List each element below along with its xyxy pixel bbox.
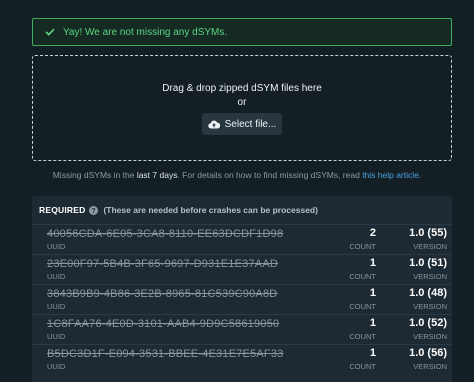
dsym-dropzone[interactable]: Drag & drop zipped dSYM files here or Se… — [32, 55, 452, 161]
uuid-value: B5DC3D1F-E094-3531-BBEE-4E31E7E5AF33 — [47, 348, 284, 360]
dsym-row[interactable]: 40056CDA-6E05-3CA8-8110-EE63DCDF1D98 UUI… — [32, 224, 452, 254]
required-note: (These are needed before crashes can be … — [103, 205, 318, 215]
count-label: COUNT — [349, 362, 376, 371]
required-header: REQUIRED ? (These are needed before cras… — [32, 196, 452, 224]
uuid-value: 3843B9B9-4B86-3E2B-8965-81C539C90A8D — [47, 288, 278, 300]
count-label: COUNT — [349, 242, 376, 251]
count-label: COUNT — [349, 272, 376, 281]
select-file-button[interactable]: Select file... — [202, 113, 282, 135]
version-value: 1.0 (48) — [409, 287, 447, 299]
success-message: Yay! We are not missing any dSYMs. — [63, 26, 228, 38]
dropzone-or-text: or — [237, 97, 247, 108]
uuid-value: 40056CDA-6E05-3CA8-8110-EE63DCDF1D98 — [47, 228, 284, 240]
success-banner: Yay! We are not missing any dSYMs. — [32, 18, 452, 46]
version-value: 1.0 (55) — [409, 227, 447, 239]
version-value: 1.0 (56) — [409, 347, 447, 359]
help-middle: . For details on how to find missing dSY… — [177, 170, 363, 180]
dsym-row[interactable]: 3843B9B9-4B86-3E2B-8965-81C539C90A8D UUI… — [32, 284, 452, 314]
version-label: VERSION — [413, 242, 447, 251]
dsym-upload-page: Yay! We are not missing any dSYMs. Drag … — [0, 0, 474, 382]
select-file-label: Select file... — [224, 118, 277, 130]
dsym-row[interactable]: 23E00F97-5B4B-3F65-9697-D931E1E37AAD UUI… — [32, 254, 452, 284]
version-label: VERSION — [413, 332, 447, 341]
version-label: VERSION — [413, 272, 447, 281]
uuid-value: 1C8FAA76-4E0D-3101-AAB4-9D9C58619050 — [47, 318, 280, 330]
question-icon[interactable]: ? — [89, 205, 99, 215]
required-title: REQUIRED — [39, 205, 86, 215]
dsym-row[interactable]: B5DC3D1F-E094-3531-BBEE-4E31E7E5AF33 UUI… — [32, 344, 452, 374]
version-label: VERSION — [413, 302, 447, 311]
help-article-link[interactable]: this help article — [362, 170, 419, 180]
count-value: 1 — [369, 257, 376, 269]
count-label: COUNT — [349, 302, 376, 311]
uuid-label: UUID — [47, 362, 66, 371]
cloud-upload-icon — [207, 120, 220, 129]
uuid-label: UUID — [47, 242, 66, 251]
count-value: 1 — [369, 287, 376, 299]
uuid-label: UUID — [47, 302, 66, 311]
help-text: Missing dSYMs in the last 7 days. For de… — [0, 170, 474, 180]
version-value: 1.0 (52) — [409, 317, 447, 329]
count-label: COUNT — [349, 332, 376, 341]
required-dsyms-panel: REQUIRED ? (These are needed before cras… — [32, 196, 452, 382]
help-prefix: Missing dSYMs in the — [52, 170, 137, 180]
svg-text:?: ? — [92, 208, 96, 215]
dsym-row[interactable]: 1C8FAA76-4E0D-3101-AAB4-9D9C58619050 UUI… — [32, 314, 452, 344]
count-value: 1 — [369, 317, 376, 329]
checkmark-icon — [45, 28, 55, 36]
uuid-value: 23E00F97-5B4B-3F65-9697-D931E1E37AAD — [47, 258, 279, 270]
uuid-label: UUID — [47, 332, 66, 341]
count-value: 1 — [369, 347, 376, 359]
version-value: 1.0 (51) — [409, 257, 447, 269]
uuid-label: UUID — [47, 272, 66, 281]
version-label: VERSION — [413, 362, 447, 371]
count-value: 2 — [369, 227, 376, 239]
dropzone-instruction: Drag & drop zipped dSYM files here — [162, 83, 322, 94]
help-suffix: . — [418, 170, 422, 180]
help-period: last 7 days — [136, 170, 178, 180]
